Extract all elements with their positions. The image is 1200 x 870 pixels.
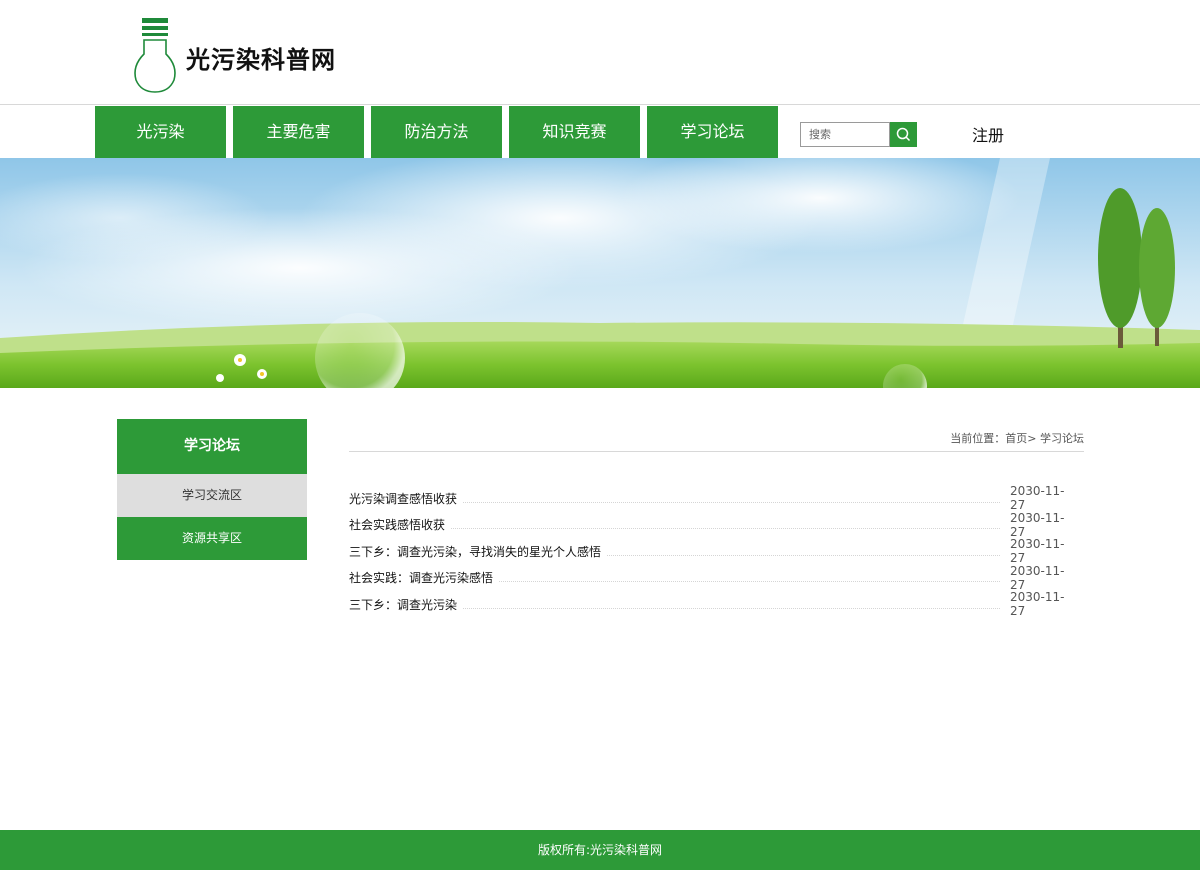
register-link[interactable]: 注册 <box>972 122 1004 146</box>
article-title[interactable]: 光污染调查感悟收获 <box>349 490 463 507</box>
article-date: 2030-11-27 <box>1010 590 1065 619</box>
breadcrumb-home[interactable]: 首页> <box>1005 432 1036 445</box>
search-box <box>800 122 917 147</box>
sidebar-item-exchange[interactable]: 学习交流区 <box>117 474 307 517</box>
article-date: 2030-11-27 <box>1010 563 1065 592</box>
breadcrumb-label: 当前位置： <box>950 432 1006 445</box>
list-item: 光污染调查感悟收获 2030-11-27 <box>349 484 1084 513</box>
dotted-leader <box>463 607 1000 609</box>
nav-item-forum[interactable]: 学习论坛 <box>647 106 778 158</box>
article-title[interactable]: 社会实践感悟收获 <box>349 516 451 533</box>
nav-item-main-hazards[interactable]: 主要危害 <box>233 106 364 158</box>
sidebar-title: 学习论坛 <box>117 419 307 474</box>
copyright-text: 版权所有:光污染科普网 <box>537 843 663 857</box>
breadcrumb-current[interactable]: 学习论坛 <box>1040 432 1084 445</box>
dotted-leader <box>499 581 1000 583</box>
sidebar-item-resources[interactable]: 资源共享区 <box>117 517 307 560</box>
article-title[interactable]: 三下乡：调查光污染，寻找消失的星光个人感悟 <box>349 543 607 560</box>
list-item: 三下乡：调查光污染 2030-11-27 <box>349 590 1084 619</box>
lightbulb-logo-icon[interactable] <box>130 14 180 96</box>
search-button[interactable] <box>890 122 917 147</box>
article-title[interactable]: 三下乡：调查光污染 <box>349 596 463 613</box>
list-item: 三下乡：调查光污染，寻找消失的星光个人感悟 2030-11-27 <box>349 537 1084 566</box>
dotted-leader <box>451 528 1000 530</box>
divider <box>349 451 1084 452</box>
breadcrumb: 当前位置：首页> 学习论坛 <box>950 430 1084 446</box>
article-title[interactable]: 社会实践：调查光污染感悟 <box>349 569 499 586</box>
search-input[interactable] <box>800 122 890 147</box>
site-footer: 版权所有:光污染科普网 <box>0 830 1200 870</box>
dotted-leader <box>463 501 1000 503</box>
nav-item-prevention[interactable]: 防治方法 <box>371 106 502 158</box>
nav-item-light-pollution[interactable]: 光污染 <box>95 106 226 158</box>
list-item: 社会实践感悟收获 2030-11-27 <box>349 510 1084 539</box>
main-nav: 光污染 主要危害 防治方法 知识竞赛 学习论坛 注册 <box>0 106 1200 158</box>
article-date: 2030-11-27 <box>1010 510 1065 539</box>
search-icon <box>896 127 911 142</box>
article-date: 2030-11-27 <box>1010 537 1065 566</box>
nav-item-quiz[interactable]: 知识竞赛 <box>509 106 640 158</box>
sidebar: 学习论坛 学习交流区 资源共享区 <box>117 419 307 560</box>
article-list: 光污染调查感悟收获 2030-11-27 社会实践感悟收获 2030-11-27… <box>349 484 1084 619</box>
article-date: 2030-11-27 <box>1010 484 1065 513</box>
site-header: 光污染科普网 <box>0 0 1200 105</box>
dotted-leader <box>607 554 1000 556</box>
site-title: 光污染科普网 <box>186 46 336 74</box>
landscape-banner <box>0 158 1200 388</box>
list-item: 社会实践：调查光污染感悟 2030-11-27 <box>349 563 1084 592</box>
banner-image <box>0 158 1200 388</box>
